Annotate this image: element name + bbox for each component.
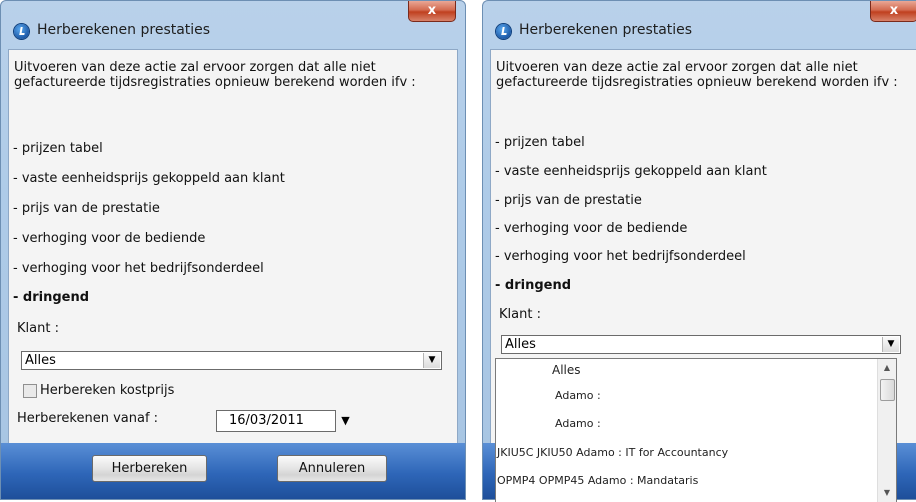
list-item-prijzen-tabel: - prijzen tabel: [495, 135, 585, 150]
dialog-title: Herberekenen prestaties: [37, 22, 211, 38]
close-button[interactable]: x: [408, 1, 456, 22]
scrollbar-thumb[interactable]: [880, 379, 895, 401]
dropdown-option[interactable]: OPMP4 OPMP45 Adamo : Mandataris: [497, 474, 698, 487]
app-icon: [14, 24, 29, 39]
herbereken-kostprijs-label: Herbereken kostprijs: [40, 383, 175, 398]
list-item-verhoging-bediende: - verhoging voor de bediende: [13, 231, 206, 246]
dialog-body: Uitvoeren van deze actie zal ervoor zorg…: [8, 49, 458, 499]
dialog-title: Herberekenen prestaties: [519, 22, 693, 38]
chevron-down-icon[interactable]: ▼: [882, 337, 899, 352]
list-item-verhoging-bediende: - verhoging voor de bediende: [495, 221, 688, 236]
app-icon: [496, 24, 511, 39]
dropdown-scrollbar[interactable]: ▲ ▼: [877, 359, 896, 502]
chevron-down-icon[interactable]: ▼: [423, 353, 440, 368]
dropdown-option[interactable]: Adamo :: [555, 417, 601, 430]
button-bar: Herbereken Annuleren: [1, 443, 465, 499]
herbereken-kostprijs-checkbox[interactable]: [23, 384, 37, 398]
klant-select[interactable]: Alles ▼: [501, 335, 901, 354]
klant-label: Klant :: [17, 321, 59, 336]
klant-select-value: Alles: [505, 337, 536, 352]
title-bar[interactable]: Herberekenen prestaties: [483, 1, 916, 51]
date-dropdown-icon[interactable]: ▼: [336, 410, 355, 432]
dialog-herberekenen-left: Herberekenen prestaties x Uitvoeren van …: [0, 0, 466, 500]
dialog-herberekenen-right: Herberekenen prestaties x Uitvoeren van …: [482, 0, 916, 502]
list-item-verhoging-bedrijfsonderdeel: - verhoging voor het bedrijfsonderdeel: [495, 249, 746, 264]
klant-dropdown-list[interactable]: Alles Adamo : Adamo : JKIU5C JKIU50 Adam…: [495, 358, 897, 502]
dropdown-option[interactable]: JKIU5C JKIU50 Adamo : IT for Accountancy: [497, 446, 728, 459]
list-item-vaste-eenheidsprijs: - vaste eenheidsprijs gekoppeld aan klan…: [13, 171, 285, 186]
annuleren-button[interactable]: Annuleren: [277, 455, 387, 482]
list-item-dringend: - dringend: [13, 290, 90, 305]
vanaf-date-field[interactable]: 16/03/2011: [216, 410, 336, 432]
klant-label: Klant :: [499, 307, 541, 322]
list-item-prijs-prestatie: - prijs van de prestatie: [495, 193, 642, 208]
list-item-vaste-eenheidsprijs: - vaste eenheidsprijs gekoppeld aan klan…: [495, 164, 767, 179]
title-bar[interactable]: Herberekenen prestaties: [1, 1, 465, 51]
scroll-down-icon[interactable]: ▼: [878, 485, 896, 501]
scroll-up-icon[interactable]: ▲: [878, 360, 896, 376]
list-item-prijs-prestatie: - prijs van de prestatie: [13, 201, 160, 216]
klant-select[interactable]: Alles ▼: [21, 351, 442, 370]
intro-text: Uitvoeren van deze actie zal ervoor zorg…: [14, 60, 416, 90]
dropdown-option[interactable]: Alles: [552, 363, 581, 377]
herberekenen-vanaf-label: Herberekenen vanaf :: [17, 411, 159, 426]
list-item-prijzen-tabel: - prijzen tabel: [13, 141, 103, 156]
list-item-dringend: - dringend: [495, 278, 572, 293]
klant-select-value: Alles: [25, 353, 56, 368]
close-button[interactable]: x: [870, 1, 916, 22]
intro-text: Uitvoeren van deze actie zal ervoor zorg…: [496, 60, 898, 90]
list-item-verhoging-bedrijfsonderdeel: - verhoging voor het bedrijfsonderdeel: [13, 261, 264, 276]
dropdown-option[interactable]: Adamo :: [555, 389, 601, 402]
herbereken-button[interactable]: Herbereken: [92, 455, 207, 482]
